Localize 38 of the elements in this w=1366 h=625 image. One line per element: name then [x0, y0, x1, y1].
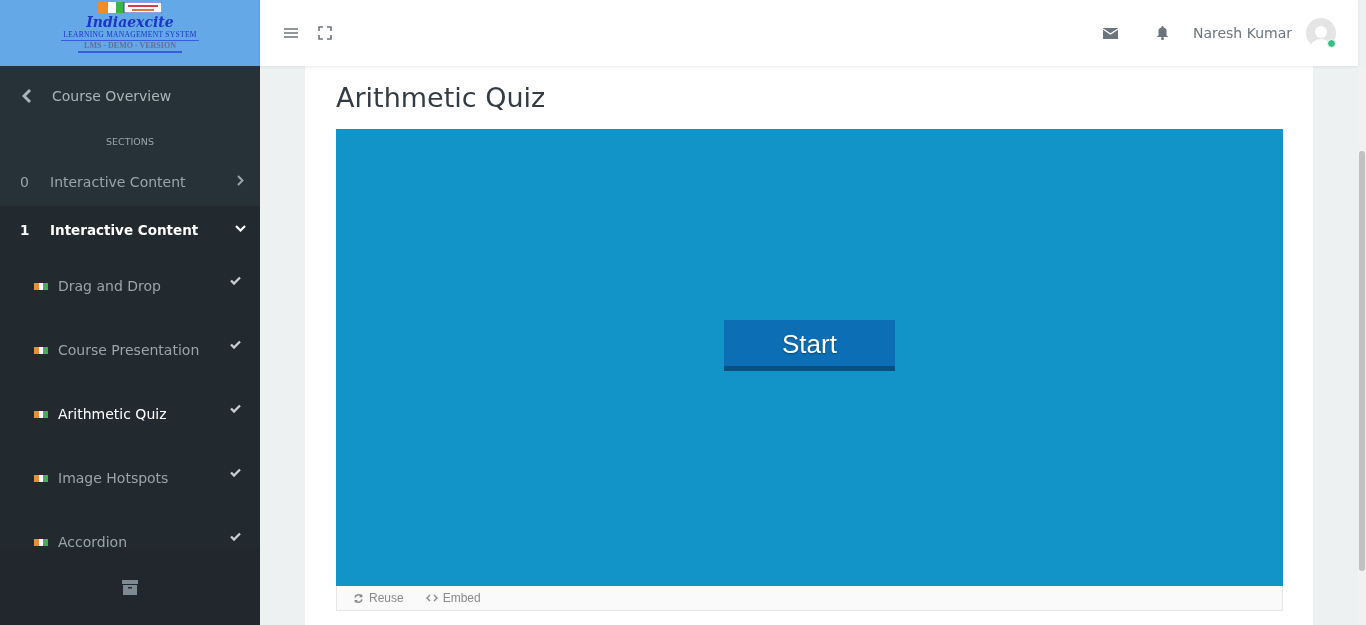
check-icon — [230, 532, 241, 541]
back-link[interactable]: Course Overview — [0, 66, 260, 126]
page-title: Arithmetic Quiz — [336, 81, 547, 115]
start-button[interactable]: Start — [724, 320, 895, 371]
activity-item[interactable]: Image Hotspots — [0, 446, 260, 510]
user-avatar[interactable] — [1306, 18, 1336, 48]
chevron-left-icon — [22, 88, 32, 104]
activity-icon — [34, 346, 48, 354]
check-icon — [230, 404, 241, 413]
check-icon — [230, 276, 241, 285]
sections-heading: SECTIONS — [105, 135, 155, 149]
embed-link[interactable]: Embed — [425, 591, 481, 605]
fullscreen-icon[interactable] — [318, 26, 332, 40]
check-icon — [230, 468, 241, 477]
activity-icon — [34, 410, 48, 418]
logo-edition: LMS - DEMO - VERSION — [78, 41, 182, 53]
activity-item[interactable]: Accordion — [0, 510, 260, 549]
section-item[interactable]: 1 Interactive Content — [0, 206, 260, 254]
mail-icon[interactable] — [1102, 27, 1118, 39]
menu-icon[interactable] — [284, 28, 298, 38]
activity-icon — [34, 282, 48, 290]
section-item[interactable]: 0 Interactive Content — [0, 158, 260, 206]
logo-brand: Indiaexcite — [86, 14, 174, 30]
code-icon — [425, 594, 438, 602]
chevron-right-icon — [236, 174, 244, 186]
activity-item[interactable]: Course Presentation — [0, 318, 260, 382]
bell-icon[interactable] — [1155, 26, 1169, 40]
user-name[interactable]: Naresh Kumar — [1192, 25, 1292, 41]
activity-item[interactable]: Drag and Drop — [0, 254, 260, 318]
check-icon — [230, 340, 241, 349]
logo-banner-icon — [98, 2, 162, 13]
refresh-icon — [353, 592, 364, 604]
archive-icon[interactable] — [122, 579, 138, 595]
reuse-link[interactable]: Reuse — [353, 591, 404, 605]
activity-item[interactable]: Arithmetic Quiz — [0, 382, 260, 446]
activity-icon — [34, 538, 48, 546]
activity-icon — [34, 474, 48, 482]
chevron-down-icon — [234, 224, 246, 232]
